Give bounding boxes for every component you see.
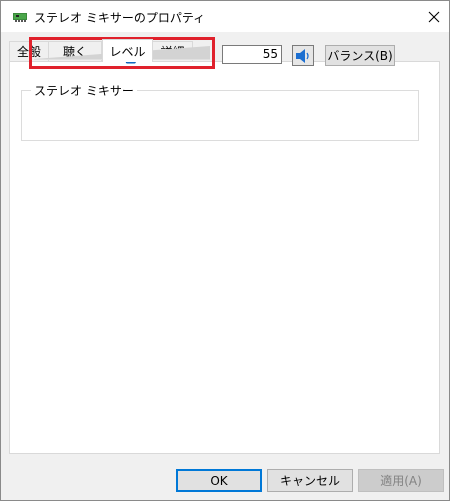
title-bar: ステレオ ミキサーのプロパティ xyxy=(1,1,449,32)
levels-panel: ステレオ ミキサー xyxy=(9,61,440,454)
speaker-icon xyxy=(296,48,309,63)
close-icon xyxy=(428,11,440,22)
level-value-field[interactable]: 55 xyxy=(222,45,282,64)
apply-button[interactable]: 適用(A) xyxy=(358,469,444,492)
properties-dialog: ステレオ ミキサーのプロパティ 全般 聴く レベル 詳細 ステレオ ミキサー xyxy=(0,0,450,501)
group-label: ステレオ ミキサー xyxy=(31,82,137,99)
level-groupbox: ステレオ ミキサー xyxy=(21,82,419,141)
balance-button[interactable]: バランス(B) xyxy=(325,45,395,66)
window-title: ステレオ ミキサーのプロパティ xyxy=(34,11,206,25)
cancel-button[interactable]: キャンセル xyxy=(267,469,353,492)
close-button[interactable] xyxy=(419,1,449,32)
ok-button[interactable]: OK xyxy=(176,469,262,492)
mute-button[interactable] xyxy=(292,45,314,66)
sound-card-icon xyxy=(13,11,27,22)
tab-levels[interactable]: レベル xyxy=(102,39,153,62)
